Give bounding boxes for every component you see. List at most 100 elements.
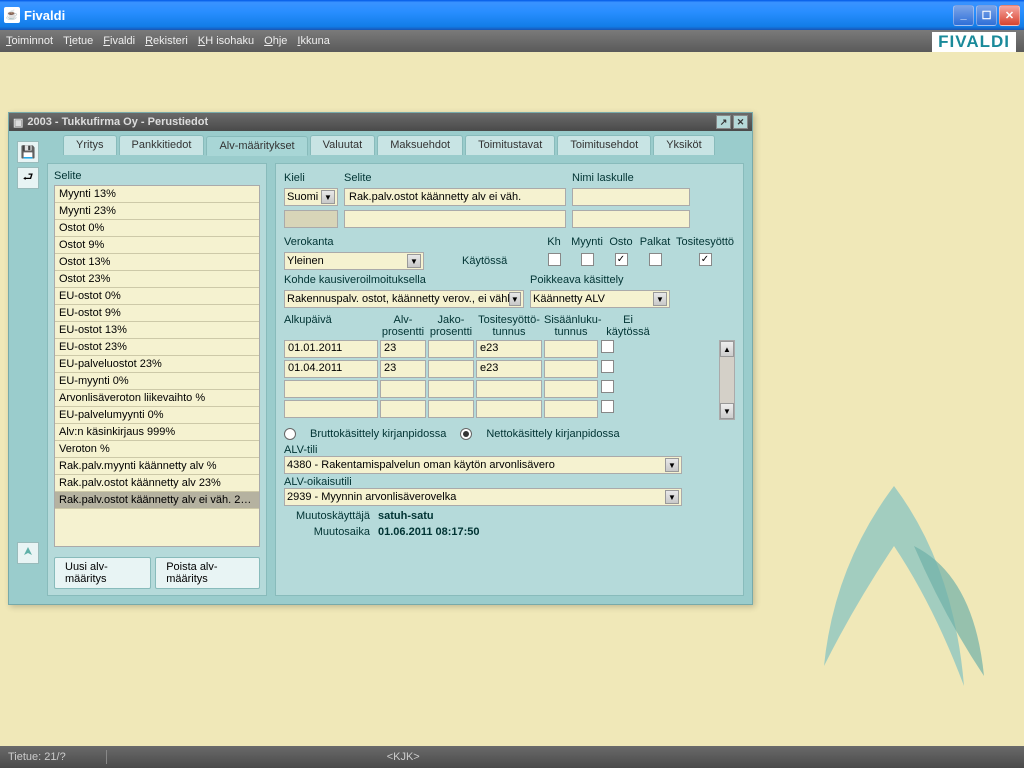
- menu-fivaldi[interactable]: Fivaldi: [103, 35, 135, 47]
- tab-toimitusehdot[interactable]: Toimitusehdot: [557, 135, 651, 155]
- grid-cell[interactable]: [476, 380, 542, 398]
- nimi-laskulle-label: Nimi laskulle: [572, 172, 634, 184]
- tab-alv-m-ritykset[interactable]: Alv-määritykset: [206, 136, 307, 156]
- selite-list[interactable]: Myynti 13%Myynti 23%Ostot 0%Ostot 9%Osto…: [54, 185, 260, 547]
- myynti-checkbox[interactable]: [581, 253, 594, 266]
- new-alv-button[interactable]: Uusi alv-määritys: [54, 557, 151, 589]
- fivaldi-icon[interactable]: [17, 542, 39, 564]
- alv-oikaisutili-combo[interactable]: 2939 - Myynnin arvonlisäverovelka▼: [284, 488, 682, 506]
- verokanta-combo[interactable]: Yleinen▼: [284, 252, 424, 270]
- list-item[interactable]: EU-myynti 0%: [55, 373, 259, 390]
- menu-rekisteri[interactable]: Rekisteri: [145, 35, 188, 47]
- kh-label: Kh: [541, 236, 567, 248]
- menu-toiminnot[interactable]: Toiminnot: [6, 35, 53, 47]
- grid-cell[interactable]: [380, 400, 426, 418]
- brutto-radio[interactable]: [284, 428, 296, 440]
- grid-cell[interactable]: [544, 400, 598, 418]
- back-icon[interactable]: ⮐: [17, 167, 39, 189]
- list-item[interactable]: EU-ostot 13%: [55, 322, 259, 339]
- tab-toimitustavat[interactable]: Toimitustavat: [465, 135, 555, 155]
- list-item[interactable]: EU-ostot 23%: [55, 339, 259, 356]
- nimi-laskulle-field[interactable]: [572, 188, 690, 206]
- tab-yritys[interactable]: Yritys: [63, 135, 117, 155]
- chevron-down-icon: ▼: [653, 292, 667, 306]
- kh-checkbox[interactable]: [548, 253, 561, 266]
- grid-cell[interactable]: [380, 380, 426, 398]
- list-item[interactable]: Alv:n käsinkirjaus 999%: [55, 424, 259, 441]
- menu-tietue[interactable]: Tietue: [63, 35, 93, 47]
- eikaytossa-checkbox[interactable]: [601, 400, 614, 413]
- grid-cell[interactable]: 01.01.2011: [284, 340, 378, 358]
- grid-cell[interactable]: 23: [380, 340, 426, 358]
- menu-ikkuna[interactable]: Ikkuna: [297, 35, 329, 47]
- eikaytossa-checkbox[interactable]: [601, 360, 614, 373]
- selite-field-2[interactable]: [344, 210, 566, 228]
- list-item[interactable]: Myynti 23%: [55, 203, 259, 220]
- poikkeava-value: Käännetty ALV: [533, 293, 605, 305]
- list-item[interactable]: Ostot 23%: [55, 271, 259, 288]
- table-row: 01.04.201123 e23: [284, 360, 719, 378]
- list-item[interactable]: Rak.palv.ostot käännetty alv 23%: [55, 475, 259, 492]
- grid-cell[interactable]: [544, 360, 598, 378]
- minimize-button[interactable]: _: [953, 5, 974, 26]
- tositesyotto-checkbox[interactable]: ✓: [699, 253, 712, 266]
- scroll-down-icon[interactable]: ▼: [720, 403, 734, 419]
- tab-yksik-t[interactable]: Yksiköt: [653, 135, 714, 155]
- list-item[interactable]: Rak.palv.ostot käännetty alv ei väh. 23%: [55, 492, 259, 509]
- list-item[interactable]: Arvonlisäveroton liikevaihto %: [55, 390, 259, 407]
- tab-pankkitiedot[interactable]: Pankkitiedot: [119, 135, 205, 155]
- eikaytossa-checkbox[interactable]: [601, 340, 614, 353]
- selite-field[interactable]: Rak.palv.ostot käännetty alv ei väh.: [344, 188, 566, 206]
- netto-radio[interactable]: [460, 428, 472, 440]
- table-row: [284, 380, 719, 398]
- grid-cell[interactable]: [428, 400, 474, 418]
- delete-alv-button[interactable]: Poista alv-määritys: [155, 557, 260, 589]
- grid-cell[interactable]: [544, 380, 598, 398]
- grid-cell[interactable]: [284, 380, 378, 398]
- list-item[interactable]: Ostot 13%: [55, 254, 259, 271]
- maximize-button[interactable]: ☐: [976, 5, 997, 26]
- menu-kh-isohaku[interactable]: KH isohaku: [198, 35, 254, 47]
- grid-cell[interactable]: [428, 380, 474, 398]
- statusbar: Tietue: 21/? <KJK>: [0, 746, 1024, 768]
- tab-maksuehdot[interactable]: Maksuehdot: [377, 135, 463, 155]
- list-item[interactable]: Ostot 9%: [55, 237, 259, 254]
- palkat-checkbox[interactable]: [649, 253, 662, 266]
- grid-cell[interactable]: [284, 400, 378, 418]
- close-button[interactable]: ✕: [999, 5, 1020, 26]
- alv-tili-combo[interactable]: 4380 - Rakentamispalvelun oman käytön ar…: [284, 456, 682, 474]
- scroll-up-icon[interactable]: ▲: [720, 341, 734, 357]
- grid-cell[interactable]: [428, 340, 474, 358]
- mdi-close-button[interactable]: ✕: [733, 115, 748, 129]
- list-panel: Selite Myynti 13%Myynti 23%Ostot 0%Ostot…: [47, 163, 267, 596]
- mdi-restore-button[interactable]: ↗: [716, 115, 731, 129]
- osto-checkbox[interactable]: ✓: [615, 253, 628, 266]
- grid-scrollbar[interactable]: ▲ ▼: [719, 340, 735, 420]
- grid-cell[interactable]: 01.04.2011: [284, 360, 378, 378]
- save-icon[interactable]: 💾: [17, 141, 39, 163]
- eikaytossa-checkbox[interactable]: [601, 380, 614, 393]
- list-item[interactable]: EU-palvelumyynti 0%: [55, 407, 259, 424]
- list-item[interactable]: EU-palveluostot 23%: [55, 356, 259, 373]
- grid-cell[interactable]: [544, 340, 598, 358]
- menu-ohje[interactable]: Ohje: [264, 35, 287, 47]
- grid-cell[interactable]: [428, 360, 474, 378]
- grid-cell[interactable]: e23: [476, 340, 542, 358]
- kieli-field-2[interactable]: [284, 210, 338, 228]
- grid-cell[interactable]: 23: [380, 360, 426, 378]
- poikkeava-combo[interactable]: Käännetty ALV ▼: [530, 290, 670, 308]
- tab-valuutat[interactable]: Valuutat: [310, 135, 376, 155]
- left-toolbar: 💾 ⮐: [17, 141, 41, 189]
- list-item[interactable]: Ostot 0%: [55, 220, 259, 237]
- list-item[interactable]: Rak.palv.myynti käännetty alv %: [55, 458, 259, 475]
- kohde-combo[interactable]: Rakennuspalv. ostot, käännetty verov., e…: [284, 290, 524, 308]
- grid-cell[interactable]: e23: [476, 360, 542, 378]
- list-item[interactable]: Veroton %: [55, 441, 259, 458]
- list-item[interactable]: EU-ostot 9%: [55, 305, 259, 322]
- nimi-laskulle-field-2[interactable]: [572, 210, 690, 228]
- grid-cell[interactable]: [476, 400, 542, 418]
- kieli-combo[interactable]: Suomi▼: [284, 188, 338, 206]
- list-item[interactable]: EU-ostot 0%: [55, 288, 259, 305]
- list-item[interactable]: Myynti 13%: [55, 186, 259, 203]
- mdi-titlebar[interactable]: ▣ 2003 - Tukkufirma Oy - Perustiedot ↗ ✕: [9, 113, 752, 131]
